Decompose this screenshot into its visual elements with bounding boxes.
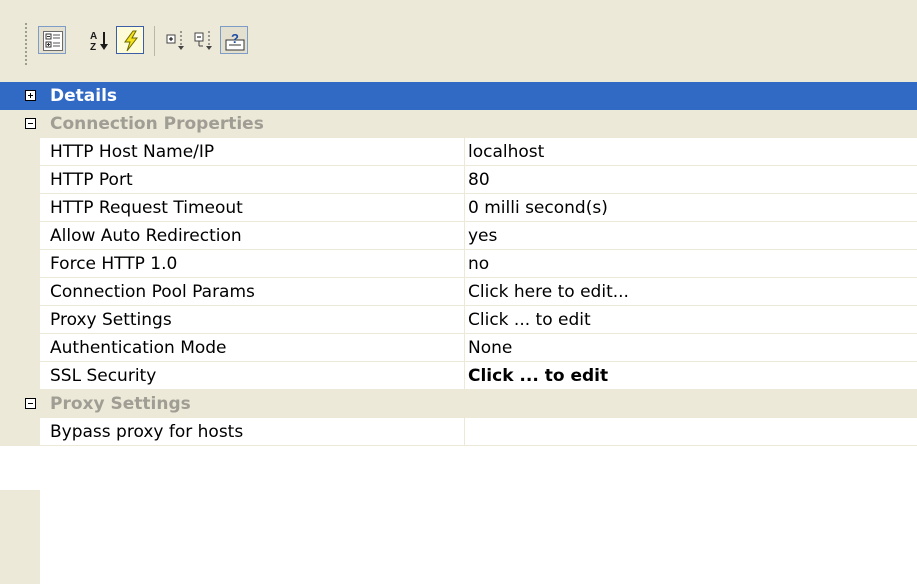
category-details[interactable]: Details xyxy=(0,82,917,110)
property-name: HTTP Port xyxy=(40,166,465,194)
grid-left-margin xyxy=(0,490,40,584)
property-value[interactable]: Click ... to edit xyxy=(465,306,917,334)
expand-plus-icon[interactable] xyxy=(25,90,36,101)
category-proxy-settings[interactable]: Proxy Settings xyxy=(0,390,917,418)
property-row[interactable]: Force HTTP 1.0 no xyxy=(0,250,917,278)
property-name: Allow Auto Redirection xyxy=(40,222,465,250)
category-connection-properties[interactable]: Connection Properties xyxy=(0,110,917,138)
property-name: Proxy Settings xyxy=(40,306,465,334)
collapse-minus-icon[interactable] xyxy=(25,398,36,409)
svg-text:Z: Z xyxy=(90,42,96,51)
property-name: Authentication Mode xyxy=(40,334,465,362)
collapse-minus-icon[interactable] xyxy=(25,118,36,129)
property-value[interactable]: 80 xyxy=(465,166,917,194)
property-name: Connection Pool Params xyxy=(40,278,465,306)
property-row[interactable]: SSL Security Click ... to edit xyxy=(0,362,917,390)
expand-all-button[interactable] xyxy=(162,26,190,54)
property-value[interactable] xyxy=(465,418,917,446)
property-row[interactable]: HTTP Host Name/IP localhost xyxy=(0,138,917,166)
property-value[interactable]: Click here to edit... xyxy=(465,278,917,306)
category-label: Proxy Settings xyxy=(50,394,191,414)
property-value[interactable]: Click ... to edit xyxy=(465,362,917,390)
property-value[interactable]: 0 milli second(s) xyxy=(465,194,917,222)
property-name: HTTP Request Timeout xyxy=(40,194,465,222)
property-name: Bypass proxy for hosts xyxy=(40,418,465,446)
property-value[interactable]: no xyxy=(465,250,917,278)
property-name: HTTP Host Name/IP xyxy=(40,138,465,166)
category-label: Details xyxy=(50,86,118,106)
property-value[interactable]: None xyxy=(465,334,917,362)
property-row[interactable]: Bypass proxy for hosts xyxy=(0,418,917,446)
collapse-all-button[interactable] xyxy=(190,26,218,54)
property-value[interactable]: localhost xyxy=(465,138,917,166)
alphabetical-button[interactable]: A Z xyxy=(86,26,114,54)
property-row[interactable]: Connection Pool Params Click here to edi… xyxy=(0,278,917,306)
description-button[interactable]: ? xyxy=(220,26,248,54)
property-row[interactable]: Allow Auto Redirection yes xyxy=(0,222,917,250)
toolbar-separator xyxy=(154,26,155,56)
toolbar-grip[interactable] xyxy=(24,22,28,66)
property-row[interactable]: HTTP Port 80 xyxy=(0,166,917,194)
category-label: Connection Properties xyxy=(50,114,264,134)
property-row[interactable]: Authentication Mode None xyxy=(0,334,917,362)
property-row[interactable]: HTTP Request Timeout 0 milli second(s) xyxy=(0,194,917,222)
property-grid-toolbar: A Z ? xyxy=(0,0,917,86)
svg-text:?: ? xyxy=(231,31,239,46)
property-grid-window: A Z ? Details Connection Properties HTTP… xyxy=(0,0,917,584)
svg-text:A: A xyxy=(90,31,97,42)
property-name: SSL Security xyxy=(40,362,465,390)
property-grid: Details Connection Properties HTTP Host … xyxy=(0,82,917,446)
property-name: Force HTTP 1.0 xyxy=(40,250,465,278)
property-row[interactable]: Proxy Settings Click ... to edit xyxy=(0,306,917,334)
categorized-button[interactable] xyxy=(38,26,66,54)
events-button[interactable] xyxy=(116,26,144,54)
property-value[interactable]: yes xyxy=(465,222,917,250)
